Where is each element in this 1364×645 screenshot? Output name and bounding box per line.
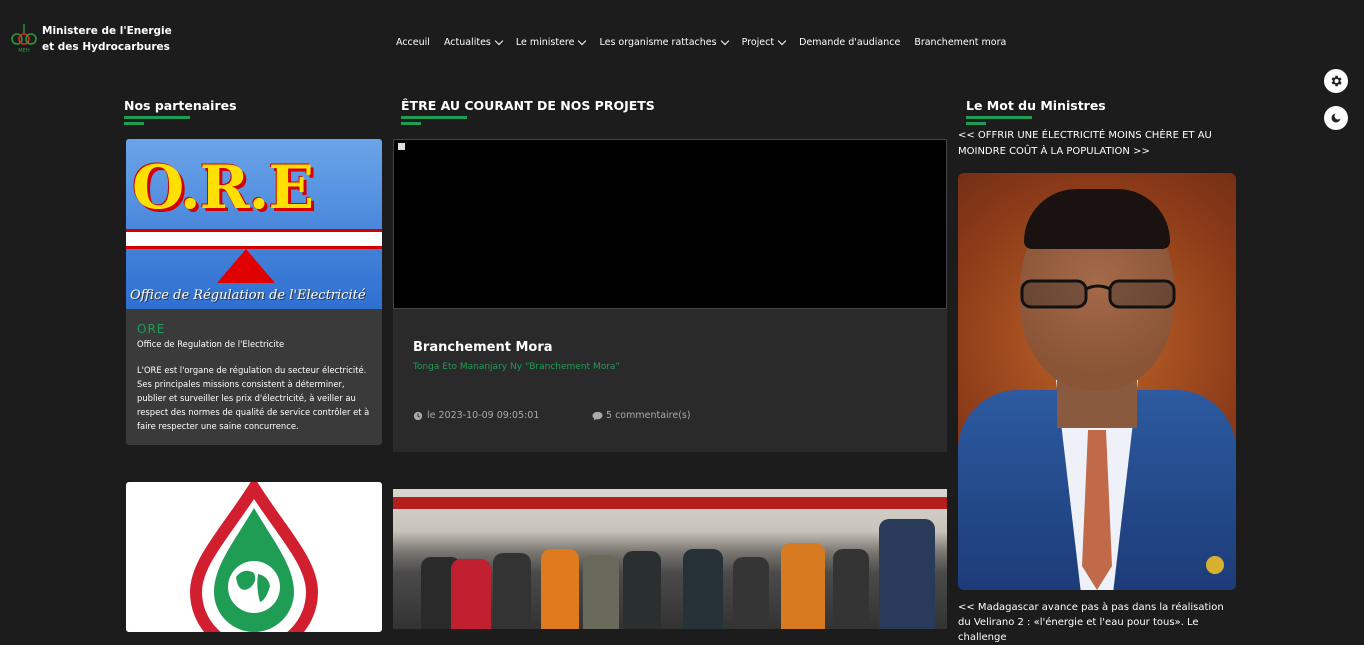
projects-title-underline [401,116,467,119]
nav-acceuil[interactable]: Acceuil [396,37,430,48]
minister-quote: << OFFRIR UNE ÉLECTRICITÉ MOINS CHÈRE ET… [958,130,1212,157]
triangle-icon [217,249,275,283]
glasses-icon [1020,279,1176,309]
broken-image-icon [398,143,405,150]
ore-logo-text: O.R.E [132,153,314,223]
partners-title-underline-short [124,122,144,125]
minister-title: Le Mot du Ministres [966,98,1106,113]
projects-title: ÊTRE AU COURANT DE NOS PROJETS [401,98,655,113]
project-title[interactable]: Branchement Mora [413,340,553,355]
partner-description: L'ORE est l'organe de régulation du sect… [137,365,370,431]
oil-drop-logo-icon [189,482,319,632]
project-video[interactable] [393,139,947,309]
minister-title-underline-short [966,122,986,125]
partner-tag: ORE [137,322,166,336]
logo-title-line2: et des Hydrocarbures [42,41,170,53]
nav-branchement-mora[interactable]: Branchement mora [914,37,1006,48]
minister-quote-2: << Madagascar avance pas à pas dans la r… [958,602,1224,643]
project-card[interactable]: Branchement Mora Tonga Eto Mananjary Ny … [393,309,947,452]
theme-toggle-button[interactable] [1324,106,1348,130]
ore-logo-image: O.R.E Office de Régulation de l'Electric… [126,139,382,309]
projects-title-underline-short [401,122,421,125]
chevron-down-icon [720,36,729,46]
project-comments[interactable]: 5 commentaire(s) [592,410,691,421]
partners-title: Nos partenaires [124,98,237,113]
clock-icon [413,411,423,420]
nav-actualites[interactable]: Actualites [444,36,504,48]
ministry-logo-icon: MEH [10,22,38,56]
lapel-badge-icon [1206,556,1224,574]
main-nav: Acceuil Actualites Le ministere Les orga… [396,36,1020,48]
nav-project[interactable]: Project [742,36,787,48]
nav-demande-audiance[interactable]: Demande d'audiance [799,37,900,48]
comment-icon [592,411,603,421]
minister-portrait [958,173,1236,590]
chevron-down-icon [578,36,587,46]
project-subtitle: Tonga Eto Mananjary Ny “Branchement Mora… [413,362,621,372]
moon-icon [1331,113,1341,123]
ore-logo-subtitle: Office de Régulation de l'Electricité [130,288,366,303]
chevron-down-icon [777,36,787,46]
partners-title-underline [124,116,190,119]
minister-title-underline [966,116,1032,119]
site-logo[interactable]: MEH Ministere de l'Energie et des Hydroc… [10,22,172,56]
settings-button[interactable] [1324,69,1348,93]
partner-card[interactable]: O.R.E Office de Régulation de l'Electric… [126,139,382,445]
project-date: le 2023-10-09 09:05:01 [413,410,539,421]
logo-mark-text: MEH [18,48,29,54]
chevron-down-icon [494,36,504,46]
logo-title-line1: Ministere de l'Energie [42,25,172,37]
project-photo[interactable] [393,489,947,629]
gear-icon [1331,75,1342,87]
nav-le-ministere[interactable]: Le ministere [516,36,587,48]
nav-organismes[interactable]: Les organisme rattaches [599,36,729,48]
partner-card[interactable] [126,482,382,632]
partner-name: Office de Regulation de l'Electricite [137,339,285,349]
